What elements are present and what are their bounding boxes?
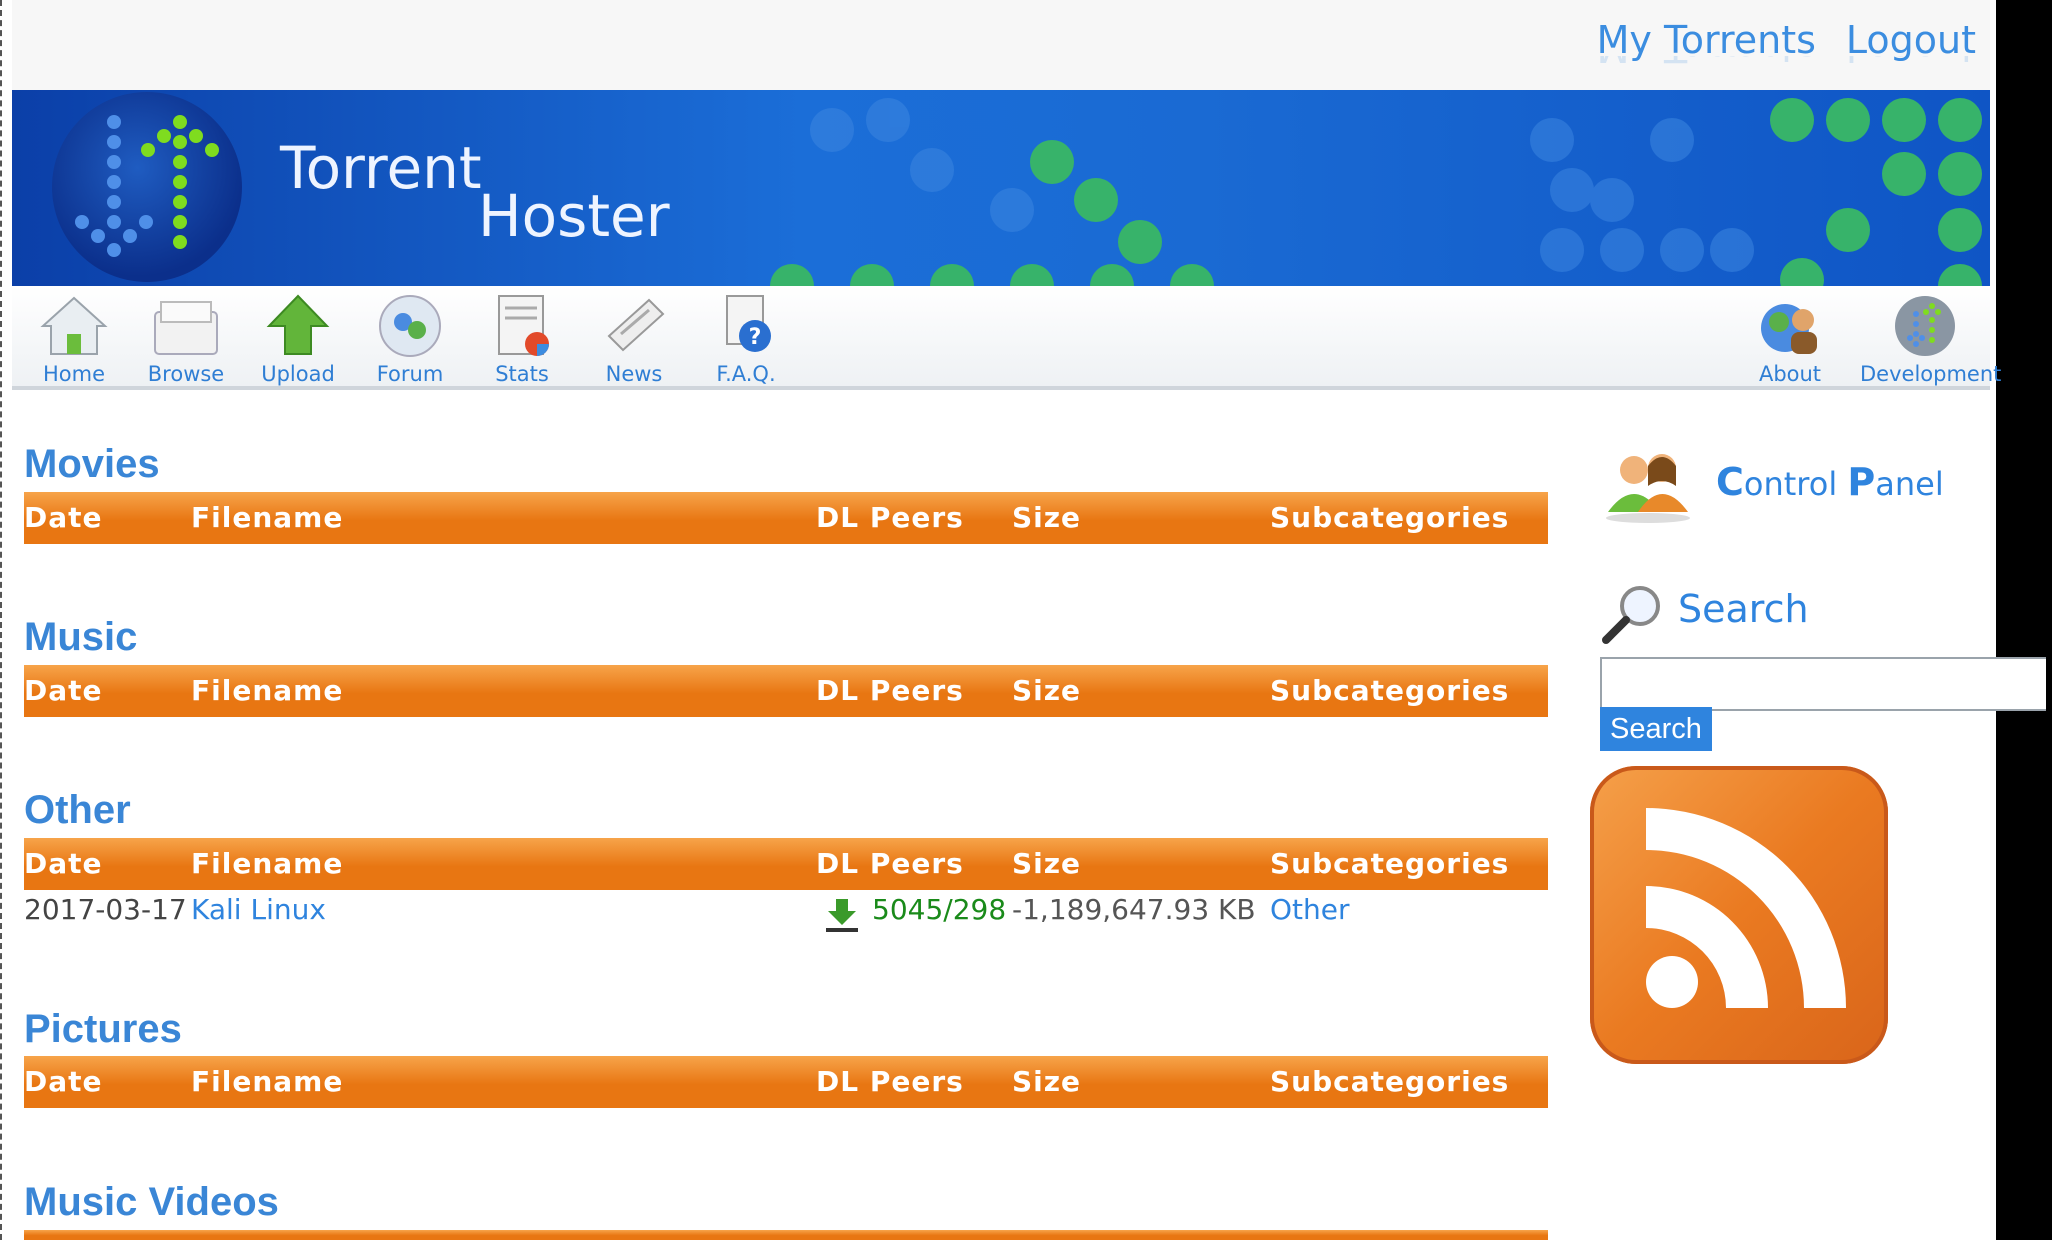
col-date[interactable]: Date bbox=[24, 501, 103, 534]
home-icon bbox=[40, 296, 108, 355]
col-size[interactable]: Size bbox=[1012, 847, 1081, 880]
control-panel-link[interactable]: Control Panel bbox=[1600, 430, 1960, 523]
col-size[interactable]: Size bbox=[1012, 674, 1081, 707]
faq-icon: ? bbox=[726, 295, 771, 352]
browse-icon bbox=[154, 301, 218, 355]
nav-label: Home bbox=[42, 362, 105, 386]
stats-icon bbox=[498, 295, 549, 356]
rss-feed-icon[interactable] bbox=[1590, 766, 1888, 1064]
col-dl-peers[interactable]: DL Peers bbox=[816, 1065, 964, 1098]
nav-item-development[interactable]: Development bbox=[1860, 292, 2002, 386]
section-title-music-videos: Music Videos bbox=[24, 1180, 279, 1224]
upload-icon bbox=[266, 294, 330, 355]
col-date[interactable]: Date bbox=[24, 1065, 103, 1098]
nav-item-home[interactable]: Home bbox=[24, 292, 124, 386]
control-panel-initial-p: P bbox=[1847, 460, 1876, 504]
rss-icon bbox=[1646, 808, 1846, 1008]
col-date[interactable]: Date bbox=[24, 847, 103, 880]
col-subcategories[interactable]: Subcategories bbox=[1270, 847, 1509, 880]
control-panel-initial-c: C bbox=[1716, 460, 1744, 504]
col-subcategories[interactable]: Subcategories bbox=[1270, 1065, 1509, 1098]
account-links: My Torrents Logout bbox=[1597, 18, 1976, 62]
col-dl-peers[interactable]: DL Peers bbox=[816, 501, 964, 534]
col-filename[interactable]: Filename bbox=[191, 674, 343, 707]
nav-item-forum[interactable]: Forum bbox=[360, 292, 460, 386]
section-title-other: Other bbox=[24, 788, 131, 832]
nav-label: Upload bbox=[261, 362, 335, 386]
row-date: 2017-03-17 bbox=[24, 893, 187, 926]
col-dl-peers[interactable]: DL Peers bbox=[816, 674, 964, 707]
table-header-other: Date Filename DL Peers Size Subcategorie… bbox=[24, 838, 1548, 890]
row-filename-link[interactable]: Kali Linux bbox=[191, 893, 326, 926]
banner-dots-decoration bbox=[770, 98, 1982, 286]
row-peers: 5045/298 bbox=[872, 893, 1007, 926]
page: My Torrents Logout Torrent bbox=[0, 0, 2046, 1240]
col-dl-peers[interactable]: DL Peers bbox=[816, 847, 964, 880]
development-icon bbox=[1895, 296, 1955, 356]
search-button[interactable]: Search bbox=[1600, 707, 1712, 751]
news-icon bbox=[607, 298, 665, 352]
svg-text:?: ? bbox=[749, 325, 762, 350]
nav-item-news[interactable]: News bbox=[584, 292, 684, 386]
control-panel-text-2: anel bbox=[1875, 465, 1944, 503]
nav-item-faq[interactable]: ? F.A.Q. bbox=[696, 292, 796, 386]
download-icon[interactable] bbox=[824, 897, 860, 940]
my-torrents-link[interactable]: My Torrents bbox=[1597, 18, 1816, 62]
search-title: Search bbox=[1678, 587, 1809, 631]
table-header-music: Date Filename DL Peers Size Subcategorie… bbox=[24, 665, 1548, 717]
page-border bbox=[0, 0, 4, 1240]
about-icon bbox=[1761, 304, 1817, 354]
main-nav: Home Browse Upload Forum Stats News ? F.… bbox=[12, 286, 2002, 390]
col-filename[interactable]: Filename bbox=[191, 847, 343, 880]
col-size[interactable]: Size bbox=[1012, 1065, 1081, 1098]
col-date[interactable]: Date bbox=[24, 674, 103, 707]
search-input[interactable] bbox=[1600, 657, 2046, 711]
col-subcategories[interactable]: Subcategories bbox=[1270, 501, 1509, 534]
search-icon bbox=[1602, 586, 1660, 644]
users-icon bbox=[1606, 454, 1690, 523]
row-size: -1,189,647.93 KB bbox=[1012, 893, 1256, 926]
nav-label: F.A.Q. bbox=[716, 362, 776, 386]
nav-label: Browse bbox=[147, 362, 225, 386]
nav-item-browse[interactable]: Browse bbox=[136, 292, 236, 386]
table-header-movies: Date Filename DL Peers Size Subcategorie… bbox=[24, 492, 1548, 544]
section-title-pictures: Pictures bbox=[24, 1007, 182, 1051]
top-bar: My Torrents Logout bbox=[12, 0, 1990, 90]
logout-link[interactable]: Logout bbox=[1846, 18, 1976, 62]
nav-item-upload[interactable]: Upload bbox=[248, 292, 348, 386]
control-panel-label: Control Panel bbox=[1716, 460, 1944, 504]
col-filename[interactable]: Filename bbox=[191, 501, 343, 534]
col-subcategories[interactable]: Subcategories bbox=[1270, 674, 1509, 707]
section-title-movies: Movies bbox=[24, 442, 160, 486]
nav-item-about[interactable]: About bbox=[1740, 292, 1840, 386]
forum-icon bbox=[379, 295, 441, 357]
nav-label: About bbox=[1758, 362, 1822, 386]
table-header-music-videos bbox=[24, 1230, 1548, 1240]
table-row: 2017-03-17 Kali Linux 5045/298 -1,189,64… bbox=[24, 893, 1548, 939]
nav-label: Development bbox=[1860, 362, 2002, 386]
nav-label: Forum bbox=[376, 362, 444, 386]
site-banner: Torrent Hoster bbox=[12, 90, 1990, 286]
nav-label: News bbox=[605, 362, 663, 386]
control-panel-text-1: ontrol bbox=[1743, 465, 1848, 503]
nav-item-stats[interactable]: Stats bbox=[472, 292, 572, 386]
section-title-music: Music bbox=[24, 615, 138, 659]
col-size[interactable]: Size bbox=[1012, 501, 1081, 534]
table-header-pictures: Date Filename DL Peers Size Subcategorie… bbox=[24, 1056, 1548, 1108]
col-filename[interactable]: Filename bbox=[191, 1065, 343, 1098]
nav-label: Stats bbox=[495, 362, 549, 386]
row-subcategory-link[interactable]: Other bbox=[1270, 893, 1350, 926]
